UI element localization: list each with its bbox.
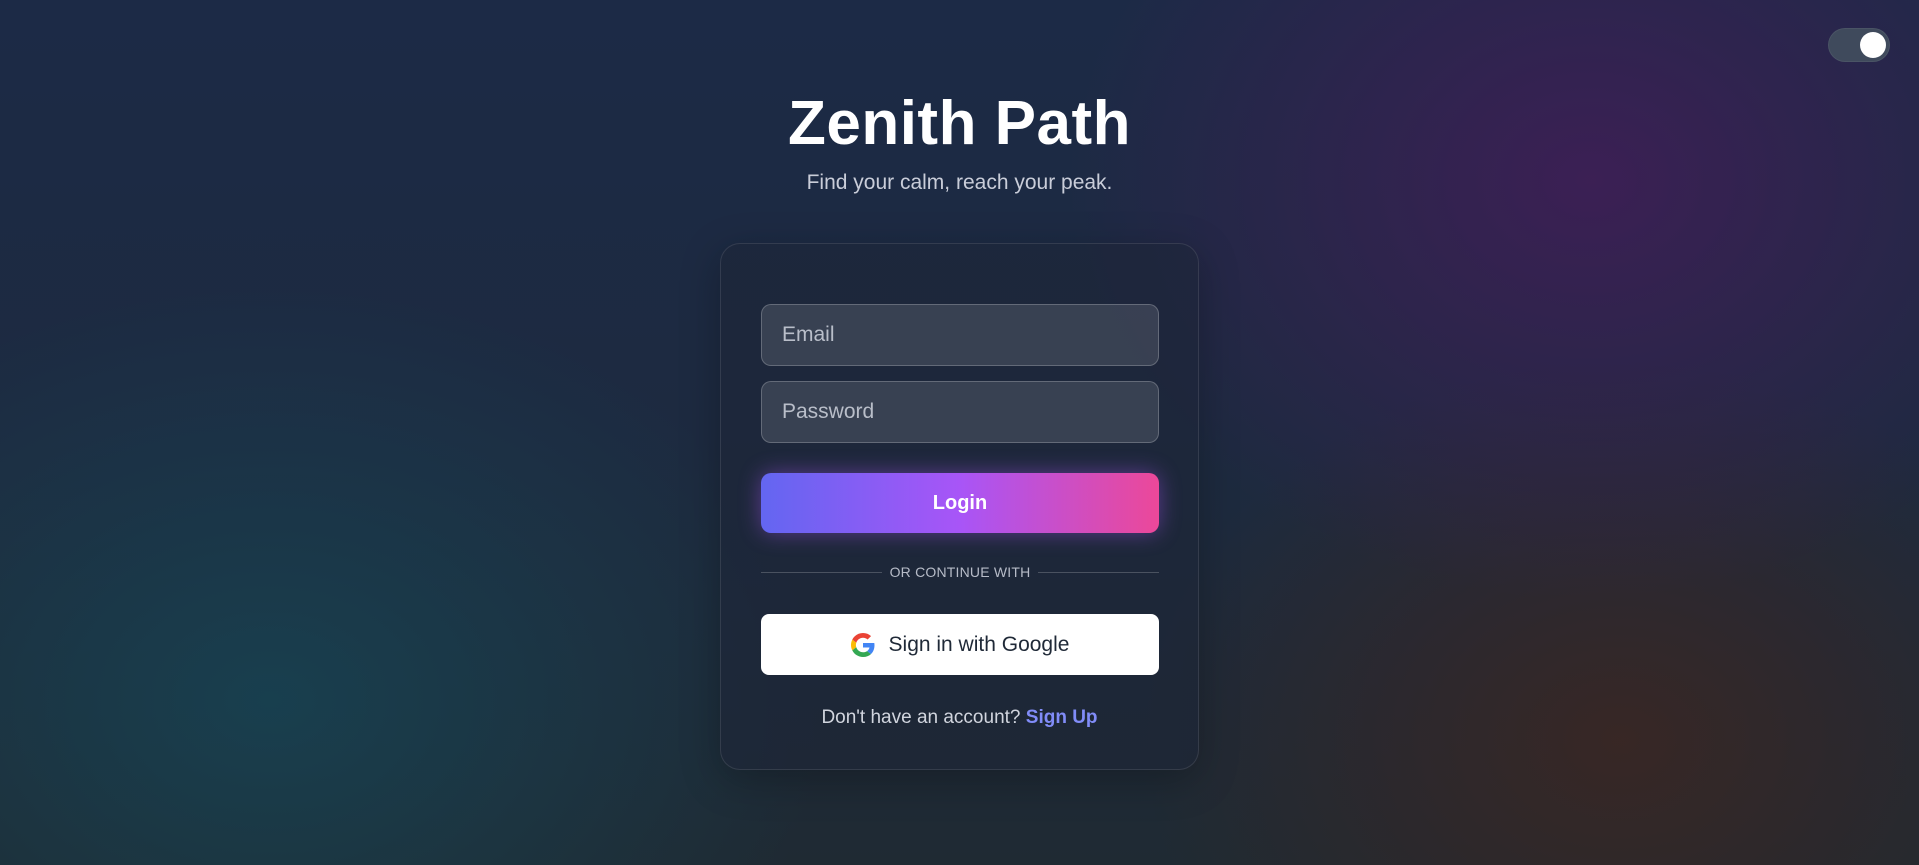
google-signin-button[interactable]: Sign in with Google [761, 614, 1159, 675]
toggle-knob [1860, 32, 1886, 58]
signup-prompt-text: Don't have an account? [821, 707, 1021, 728]
signup-link[interactable]: Sign Up [1026, 707, 1098, 728]
password-field[interactable] [761, 381, 1159, 443]
google-icon [850, 632, 875, 657]
email-field[interactable] [761, 304, 1159, 366]
login-card: Login OR CONTINUE WITH Sign in with Goog… [720, 243, 1199, 770]
app-title: Zenith Path [787, 89, 1132, 158]
or-divider: OR CONTINUE WITH [761, 562, 1160, 582]
brand-header: Zenith Path Find your calm, reach your p… [0, 88, 1919, 196]
signup-prompt: Don't have an account? Sign Up [721, 707, 1198, 729]
divider-line-left [761, 571, 882, 573]
divider-line-right [1038, 571, 1160, 573]
google-button-label: Sign in with Google [888, 632, 1070, 656]
theme-toggle[interactable] [1828, 28, 1890, 62]
divider-text: OR CONTINUE WITH [889, 564, 1031, 580]
app-tagline: Find your calm, reach your peak. [806, 171, 1113, 194]
login-button[interactable]: Login [761, 473, 1159, 533]
